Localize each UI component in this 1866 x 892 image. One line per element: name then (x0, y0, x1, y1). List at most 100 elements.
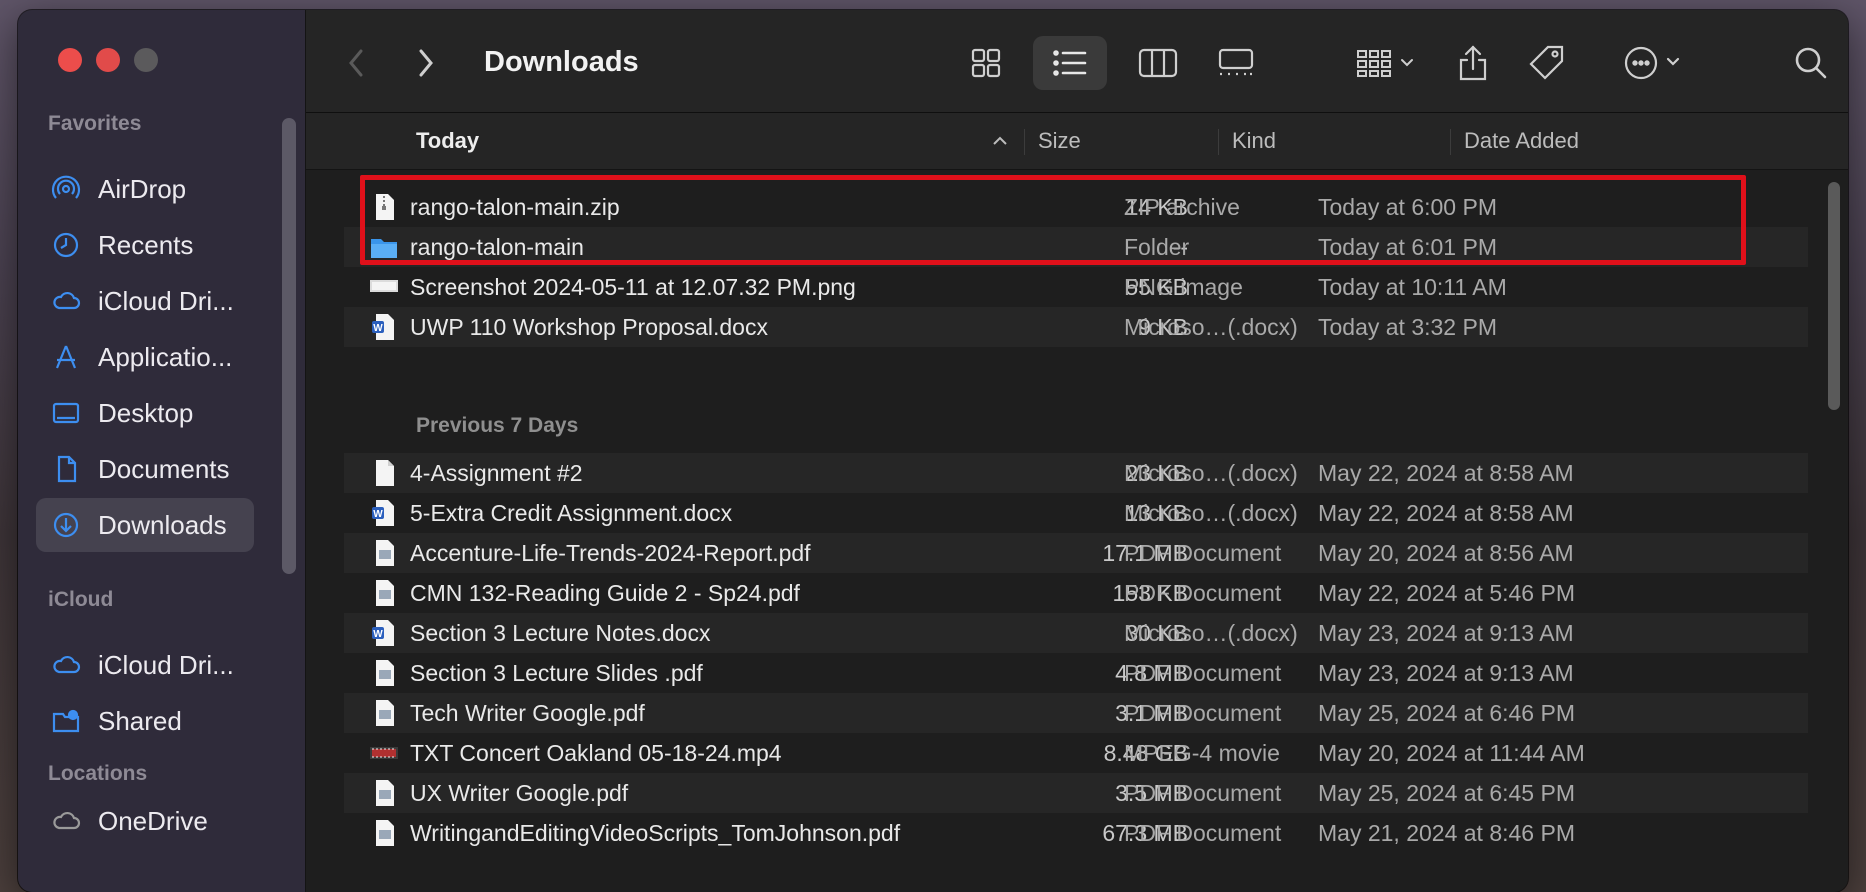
file-date: May 23, 2024 at 9:13 AM (1318, 620, 1574, 646)
column-divider[interactable] (1024, 129, 1025, 155)
more-icon (1624, 46, 1686, 80)
column-header: Today Size Kind Date Added (306, 113, 1848, 170)
window-controls (58, 48, 158, 72)
file-name: Section 3 Lecture Notes.docx (410, 620, 711, 646)
column-divider[interactable] (1450, 129, 1451, 155)
column-size-header[interactable]: Size (1038, 113, 1081, 169)
gallery-view-button[interactable] (1206, 36, 1266, 90)
file-date: Today at 6:00 PM (1318, 194, 1497, 220)
file-name: 5-Extra Credit Assignment.docx (410, 500, 733, 526)
sidebar-item-label: Downloads (98, 509, 227, 540)
window-title: Downloads (484, 46, 639, 78)
file-row[interactable]: CMN 132-Reading Guide 2 - Sp24.pdf 153 K… (344, 573, 1808, 613)
file-row[interactable]: rango-talon-main -- Folder Today at 6:01… (344, 227, 1808, 267)
sidebar-item-desktop[interactable]: Desktop (36, 386, 254, 440)
column-divider[interactable] (1218, 129, 1219, 155)
sidebar-item-downloads[interactable]: Downloads (36, 498, 254, 552)
column-view-button[interactable] (1128, 36, 1188, 90)
file-name: UWP 110 Workshop Proposal.docx (410, 314, 768, 340)
file-kind: MPEG-4 movie (1124, 740, 1280, 766)
file-name: 4-Assignment #2 (410, 460, 583, 486)
sidebar-item-label: iCloud Dri... (98, 649, 234, 680)
sidebar-item-shared[interactable]: Shared (36, 694, 254, 748)
sidebar-item-onedrive[interactable]: OneDrive (36, 794, 254, 848)
sidebar-item-label: Applicatio... (98, 341, 233, 372)
document-icon (50, 453, 82, 485)
word-icon: W (370, 499, 398, 527)
cloud-icon (50, 805, 82, 837)
image-icon (370, 273, 398, 301)
chevron-right-icon (416, 47, 436, 79)
list-view-button[interactable] (1033, 36, 1107, 90)
column-kind-header[interactable]: Kind (1232, 113, 1276, 169)
airdrop-icon (50, 173, 82, 205)
forward-button[interactable] (406, 36, 446, 90)
sidebar-item-icloud-drive-2[interactable]: iCloud Dri... (36, 638, 254, 692)
file-row[interactable]: W UWP 110 Workshop Proposal.docx 9 KB Mi… (344, 307, 1808, 347)
pdf-icon (370, 819, 398, 847)
file-row[interactable]: TXT Concert Oakland 05-18-24.mp4 8.48 GB… (344, 733, 1808, 773)
file-kind: PDF Document (1124, 820, 1282, 846)
sidebar-section-locations: Locations (48, 762, 148, 785)
zip-icon (370, 193, 398, 221)
file-name: rango-talon-main (410, 234, 584, 260)
tag-button[interactable] (1522, 36, 1572, 90)
pdf-icon (370, 579, 398, 607)
file-row[interactable]: W Section 3 Lecture Notes.docx 30 KB Mic… (344, 613, 1808, 653)
file-kind: ZIP archive (1124, 194, 1240, 220)
grid-icon (970, 47, 1002, 79)
columns-icon (1138, 48, 1178, 78)
file-name: Screenshot 2024-05-11 at 12.07.32 PM.png (410, 274, 856, 300)
file-kind: PDF Document (1124, 780, 1282, 806)
sidebar-item-documents[interactable]: Documents (36, 442, 254, 496)
close-button[interactable] (58, 48, 82, 72)
column-name-header[interactable]: Today (416, 113, 479, 169)
file-name: UX Writer Google.pdf (410, 780, 629, 806)
file-row[interactable]: Tech Writer Google.pdf 3.1 MB PDF Docume… (344, 693, 1808, 733)
search-button[interactable] (1786, 36, 1836, 90)
file-row[interactable]: UX Writer Google.pdf 3.5 MB PDF Document… (344, 773, 1808, 813)
column-date-header[interactable]: Date Added (1464, 113, 1579, 169)
video-icon (370, 739, 398, 767)
word-icon: W (370, 619, 398, 647)
file-row[interactable]: W 5-Extra Credit Assignment.docx 13 KB M… (344, 493, 1808, 533)
pdf-icon (370, 659, 398, 687)
sidebar-scrollbar[interactable] (282, 118, 296, 574)
tag-icon (1528, 44, 1566, 82)
svg-text:W: W (373, 323, 383, 334)
file-kind: PDF Document (1124, 580, 1282, 606)
file-kind: Microso…(.docx) (1124, 500, 1298, 526)
icon-view-button[interactable] (956, 36, 1016, 90)
pdf-icon (370, 699, 398, 727)
file-list-scrollbar[interactable] (1828, 182, 1840, 410)
file-row[interactable]: Section 3 Lecture Slides .pdf 4.8 MB PDF… (344, 653, 1808, 693)
file-row[interactable]: Screenshot 2024-05-11 at 12.07.32 PM.png… (344, 267, 1808, 307)
chevron-left-icon (346, 47, 366, 79)
folder-icon (370, 233, 398, 261)
downloads-icon (50, 509, 82, 541)
file-date: May 25, 2024 at 6:45 PM (1318, 780, 1575, 806)
desktop-icon (50, 397, 82, 429)
svg-text:W: W (373, 629, 383, 640)
clock-icon (50, 229, 82, 261)
shared-folder-icon (50, 705, 82, 737)
file-row[interactable]: 4-Assignment #2 23 KB Microso…(.docx) Ma… (344, 453, 1808, 493)
file-row[interactable]: Accenture-Life-Trends-2024-Report.pdf 17… (344, 533, 1808, 573)
sidebar-item-label: AirDrop (98, 173, 187, 204)
group-by-button[interactable] (1348, 36, 1424, 90)
minimize-button[interactable] (96, 48, 120, 72)
share-button[interactable] (1448, 36, 1498, 90)
back-button[interactable] (336, 36, 376, 90)
file-name: WritingandEditingVideoScripts_TomJohnson… (410, 820, 901, 846)
file-row[interactable]: rango-talon-main.zip 14 KB ZIP archive T… (344, 187, 1808, 227)
zoom-button[interactable] (134, 48, 158, 72)
sidebar-item-recents[interactable]: Recents (36, 218, 254, 272)
sidebar-item-label: OneDrive (98, 805, 208, 836)
action-menu-button[interactable] (1618, 36, 1692, 90)
cloud-icon (50, 649, 82, 681)
sidebar-item-airdrop[interactable]: AirDrop (36, 162, 254, 216)
sidebar-item-applications[interactable]: Applicatio... (36, 330, 254, 384)
file-row[interactable]: WritingandEditingVideoScripts_TomJohnson… (344, 813, 1808, 853)
sidebar-item-icloud-drive[interactable]: iCloud Dri... (36, 274, 254, 328)
sort-ascending-icon[interactable] (992, 113, 1008, 169)
